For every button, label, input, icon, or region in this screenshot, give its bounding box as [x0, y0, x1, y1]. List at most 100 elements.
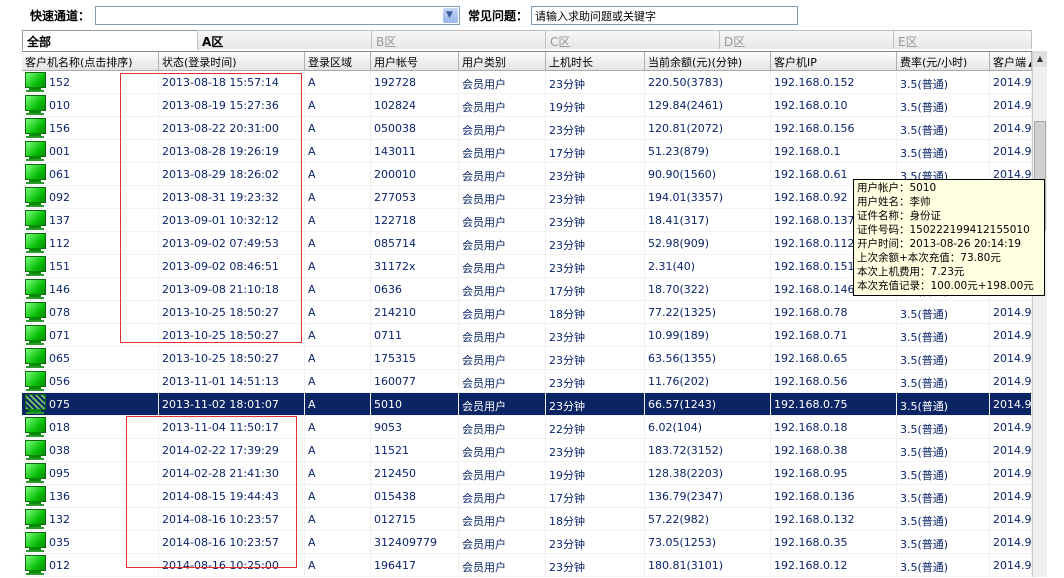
column-header-balance[interactable]: 当前余额(元)(分钟) — [645, 52, 771, 70]
column-header-account[interactable]: 用户帐号 — [371, 52, 459, 70]
tooltip-id-type: 证件名称：身份证 — [857, 210, 941, 222]
cell-balance: 52.98(909) — [645, 232, 771, 254]
cell-login-area: A — [305, 324, 371, 346]
column-header-status[interactable]: 状态(登录时间) — [159, 52, 305, 70]
tab-area-a[interactable]: A区 — [197, 30, 373, 49]
highlight-box-bottom — [126, 416, 297, 568]
user-type-text: 会员用户 — [462, 561, 506, 574]
user-account-text: 11521 — [374, 444, 409, 457]
login-area-text: A — [308, 145, 316, 158]
session-duration-text: 22分钟 — [549, 423, 585, 436]
cell-user-account: 160077 — [371, 370, 459, 392]
cell-balance: 180.81(3101) — [645, 554, 771, 576]
cell-session-duration: 23分钟 — [546, 370, 645, 392]
scroll-up-icon[interactable]: ▲ — [1033, 51, 1047, 67]
session-duration-text: 23分钟 — [549, 561, 585, 574]
cell-balance: 90.90(1560) — [645, 163, 771, 185]
tab-area-e[interactable]: E区 — [893, 30, 1032, 49]
highlight-box-top — [120, 73, 302, 343]
chevron-down-icon[interactable]: ▼ — [443, 8, 458, 23]
balance-text: 18.41(317) — [648, 214, 710, 227]
user-account-text: 102824 — [374, 99, 416, 112]
computer-monitor-icon — [24, 164, 46, 185]
cell-user-type: 会员用户 — [459, 140, 546, 162]
cell-user-type: 会员用户 — [459, 117, 546, 139]
cell-user-type: 会员用户 — [459, 554, 546, 576]
table-row[interactable]: 065 2013-10-25 18:50:27 A 175315 会员用户 23分钟 63.… — [22, 347, 1032, 370]
tab-area-b[interactable]: B区 — [371, 30, 547, 49]
table-row[interactable]: 056 2013-11-01 14:51:13 A 160077 会员用户 23分钟 11.… — [22, 370, 1032, 393]
table-row[interactable]: 075 2013-11-02 18:01:07 A 5010 会员用户 23分钟 66.57… — [22, 393, 1032, 416]
client-version-text: 2014.9 — [993, 398, 1032, 411]
rate-text: 3.5(普通) — [900, 331, 949, 344]
user-account-text: 212450 — [374, 467, 416, 480]
column-header-ip[interactable]: 客户机IP — [771, 52, 897, 70]
computer-monitor-icon — [24, 95, 46, 116]
cell-user-type: 会员用户 — [459, 370, 546, 392]
cell-user-type: 会员用户 — [459, 439, 546, 461]
tooltip-id-number: 证件号码：150222199412155010 — [857, 224, 1030, 236]
machine-name-text: 137 — [49, 214, 70, 227]
client-ip-text: 192.168.0.65 — [774, 352, 848, 365]
tab-area-d[interactable]: D区 — [719, 30, 895, 49]
faq-label: 常见问题： — [468, 9, 529, 23]
tab-all[interactable]: 全部 — [22, 30, 199, 50]
computer-monitor-icon — [24, 302, 46, 323]
login-area-text: A — [308, 559, 316, 572]
machine-name-text: 035 — [49, 536, 70, 549]
tab-area-c[interactable]: C区 — [545, 30, 721, 49]
rate-text: 3.5(普通) — [900, 354, 949, 367]
cell-user-type: 会员用户 — [459, 232, 546, 254]
balance-text: 90.90(1560) — [648, 168, 717, 181]
cell-login-area: A — [305, 393, 371, 415]
rate-text: 3.5(普通) — [900, 538, 949, 551]
vertical-scrollbar[interactable]: ▲ — [1032, 51, 1047, 577]
cell-user-account: 175315 — [371, 347, 459, 369]
rate-text: 3.5(普通) — [900, 377, 949, 390]
machine-name-text: 095 — [49, 467, 70, 480]
balance-text: 129.84(2461) — [648, 99, 724, 112]
cell-client-ip: 192.168.0.35 — [771, 531, 897, 553]
faq-search-input[interactable]: 请输入求助问题或关键字 — [531, 6, 798, 25]
user-type-text: 会员用户 — [462, 216, 506, 229]
user-account-text: 012715 — [374, 513, 416, 526]
client-version-text: 2014.9 — [993, 375, 1032, 388]
cell-rate: 3.5(普通) — [897, 508, 990, 530]
client-ip-text: 192.168.0.156 — [774, 122, 855, 135]
column-header-rate[interactable]: 费率(元/小时) — [897, 52, 990, 70]
balance-text: 220.50(3783) — [648, 76, 724, 89]
cell-user-account: 102824 — [371, 94, 459, 116]
cell-rate: 3.5(普通) — [897, 370, 990, 392]
column-header-area[interactable]: 登录区域 — [305, 52, 371, 70]
cell-balance: 77.22(1325) — [645, 301, 771, 323]
client-version-text: 2014.9 — [993, 99, 1032, 112]
login-area-text: A — [308, 513, 316, 526]
session-duration-text: 17分钟 — [549, 285, 585, 298]
column-header-name[interactable]: 客户机名称(点击排序) — [22, 52, 159, 70]
machine-name-text: 001 — [49, 145, 70, 158]
cell-balance: 220.50(3783) — [645, 71, 771, 93]
cell-client-version: 2014.9 — [990, 416, 1032, 438]
cell-session-duration: 23分钟 — [546, 117, 645, 139]
login-area-text: A — [308, 352, 316, 365]
column-header-user-type[interactable]: 用户类别 — [459, 52, 546, 70]
tooltip-balance-recharge: 上次余额+本次充值：73.80元 — [857, 252, 1001, 264]
cell-login-area: A — [305, 416, 371, 438]
quick-channel-select[interactable]: ▼ — [95, 6, 460, 25]
cell-balance: 10.99(189) — [645, 324, 771, 346]
column-header-duration[interactable]: 上机时长 — [546, 52, 645, 70]
machine-name-text: 092 — [49, 191, 70, 204]
balance-text: 73.05(1253) — [648, 536, 717, 549]
column-header-client[interactable]: 客户端 ▲ — [990, 52, 1032, 70]
client-ip-text: 192.168.0.61 — [774, 168, 848, 181]
computer-monitor-icon — [24, 348, 46, 369]
login-time-text: 2013-11-02 18:01:07 — [162, 398, 279, 411]
rate-text: 3.5(普通) — [900, 423, 949, 436]
user-type-text: 会员用户 — [462, 377, 506, 390]
session-duration-text: 19分钟 — [549, 469, 585, 482]
computer-monitor-icon — [24, 141, 46, 162]
cell-user-account: 9053 — [371, 416, 459, 438]
cell-client-version: 2014.9 — [990, 485, 1032, 507]
cell-user-type: 会员用户 — [459, 393, 546, 415]
cell-login-area: A — [305, 163, 371, 185]
